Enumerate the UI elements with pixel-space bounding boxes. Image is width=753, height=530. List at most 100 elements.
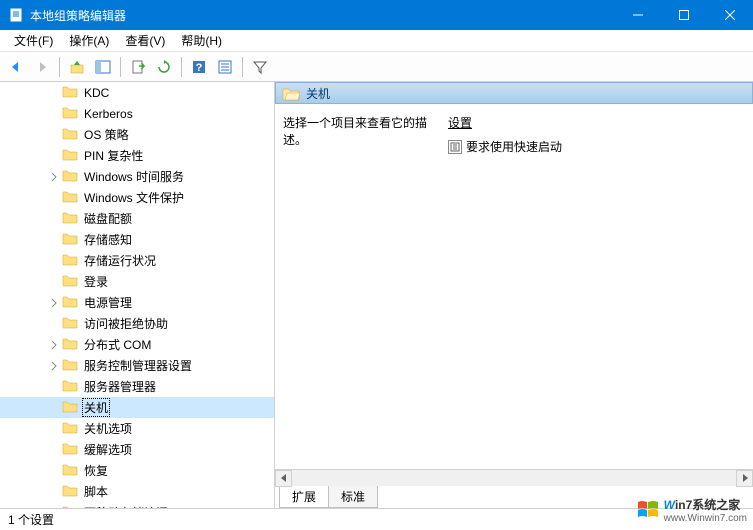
tree-item[interactable]: OS 策略 (0, 124, 274, 145)
tree-item[interactable]: 脚本 (0, 481, 274, 502)
folder-icon (62, 168, 82, 185)
tree-item-label: 存储感知 (82, 231, 134, 248)
content-area: KDC Kerberos OS 策略 PIN 复杂性 Windows 时间服务 Windo… (0, 82, 753, 508)
toolbar-separator (242, 57, 243, 77)
expand-caret-icon[interactable] (46, 295, 62, 311)
tree-item[interactable]: 电源管理 (0, 292, 274, 313)
details-header-title: 关机 (306, 85, 330, 102)
toolbar: ? (0, 52, 753, 82)
close-button[interactable] (707, 0, 753, 30)
tree-item[interactable]: 访问被拒绝协助 (0, 313, 274, 334)
tree-item[interactable]: 关机选项 (0, 418, 274, 439)
description-text: 选择一个项目来查看它的描述。 (283, 114, 448, 148)
caret-spacer (46, 85, 62, 101)
folder-icon (62, 252, 82, 269)
tree-item-label: 可移动存储访问 (82, 504, 170, 508)
tree-item[interactable]: Kerberos (0, 103, 274, 124)
folder-icon (62, 357, 82, 374)
scroll-track[interactable] (292, 470, 736, 487)
scroll-right-button[interactable] (736, 470, 753, 487)
caret-spacer (46, 127, 62, 143)
caret-spacer (46, 442, 62, 458)
back-button[interactable] (4, 55, 28, 79)
refresh-button[interactable] (152, 55, 176, 79)
tree-item[interactable]: 存储运行状况 (0, 250, 274, 271)
setting-item[interactable]: 要求使用快速启动 (448, 137, 745, 156)
folder-icon (62, 483, 82, 500)
tree-item[interactable]: 登录 (0, 271, 274, 292)
filter-button[interactable] (248, 55, 272, 79)
folder-icon (62, 336, 82, 353)
tree-item[interactable]: 服务控制管理器设置 (0, 355, 274, 376)
folder-icon (62, 462, 82, 479)
tree-item-label: 恢复 (82, 462, 110, 479)
description-column: 选择一个项目来查看它的描述。 (283, 114, 448, 469)
caret-spacer (46, 106, 62, 122)
tree-item-label: 登录 (82, 273, 110, 290)
tree-item-label: 分布式 COM (82, 336, 153, 353)
minimize-button[interactable] (615, 0, 661, 30)
menu-help[interactable]: 帮助(H) (173, 30, 230, 51)
folder-icon (62, 273, 82, 290)
folder-icon (62, 231, 82, 248)
tree-item[interactable]: 服务器管理器 (0, 376, 274, 397)
tree-item[interactable]: 关机 (0, 397, 274, 418)
tree-item[interactable]: Windows 文件保护 (0, 187, 274, 208)
titlebar: 本地组策略编辑器 (0, 0, 753, 30)
help-button[interactable]: ? (187, 55, 211, 79)
tree-item[interactable]: 分布式 COM (0, 334, 274, 355)
tree-item-label: PIN 复杂性 (82, 147, 145, 164)
watermark-url: www.Winwin7.com (664, 513, 747, 524)
expand-caret-icon[interactable] (46, 358, 62, 374)
expand-caret-icon[interactable] (46, 337, 62, 353)
caret-spacer (46, 190, 62, 206)
show-hide-tree-button[interactable] (91, 55, 115, 79)
tree-item[interactable]: KDC (0, 82, 274, 103)
tree-item[interactable]: PIN 复杂性 (0, 145, 274, 166)
tree-item-label: 脚本 (82, 483, 110, 500)
forward-button[interactable] (30, 55, 54, 79)
up-button[interactable] (65, 55, 89, 79)
menubar: 文件(F) 操作(A) 查看(V) 帮助(H) (0, 30, 753, 52)
tab-extended[interactable]: 扩展 (279, 486, 329, 508)
watermark-brand: Win7系统之家 (664, 498, 741, 512)
tree-scroll[interactable]: KDC Kerberos OS 策略 PIN 复杂性 Windows 时间服务 Windo… (0, 82, 274, 508)
tree-pane: KDC Kerberos OS 策略 PIN 复杂性 Windows 时间服务 Windo… (0, 82, 275, 508)
menu-file[interactable]: 文件(F) (6, 30, 61, 51)
folder-icon (62, 504, 82, 508)
folder-open-icon (282, 86, 300, 101)
watermark: Win7系统之家 www.Winwin7.com (636, 496, 747, 524)
expand-caret-icon[interactable] (46, 169, 62, 185)
toolbar-separator (120, 57, 121, 77)
caret-spacer (46, 463, 62, 479)
scroll-left-button[interactable] (275, 470, 292, 487)
tree-item[interactable]: 磁盘配额 (0, 208, 274, 229)
tree-item[interactable]: 缓解选项 (0, 439, 274, 460)
caret-spacer (46, 316, 62, 332)
folder-icon (62, 420, 82, 437)
policy-icon (448, 140, 462, 154)
menu-view[interactable]: 查看(V) (117, 30, 173, 51)
tree-item[interactable]: 可移动存储访问 (0, 502, 274, 508)
app-icon (8, 7, 24, 23)
properties-button[interactable] (213, 55, 237, 79)
caret-spacer (46, 400, 62, 416)
tree-item-label: 磁盘配额 (82, 210, 134, 227)
caret-spacer (46, 253, 62, 269)
tree-item-label: Windows 时间服务 (82, 168, 186, 185)
settings-header[interactable]: 设置 (448, 114, 745, 131)
tab-standard[interactable]: 标准 (328, 486, 378, 508)
menu-action[interactable]: 操作(A) (61, 30, 117, 51)
horizontal-scrollbar[interactable] (275, 469, 753, 486)
maximize-button[interactable] (661, 0, 707, 30)
caret-spacer (46, 211, 62, 227)
windows-flag-icon (636, 498, 660, 522)
tree-item[interactable]: 恢复 (0, 460, 274, 481)
tree-item[interactable]: Windows 时间服务 (0, 166, 274, 187)
tree-item-label: Kerberos (82, 107, 135, 121)
export-button[interactable] (126, 55, 150, 79)
tree-item[interactable]: 存储感知 (0, 229, 274, 250)
details-pane: 关机 选择一个项目来查看它的描述。 设置 要求使用快速启动 扩展 标准 (275, 82, 753, 508)
tree-item-label: Windows 文件保护 (82, 189, 186, 206)
status-text: 1 个设置 (8, 511, 54, 528)
